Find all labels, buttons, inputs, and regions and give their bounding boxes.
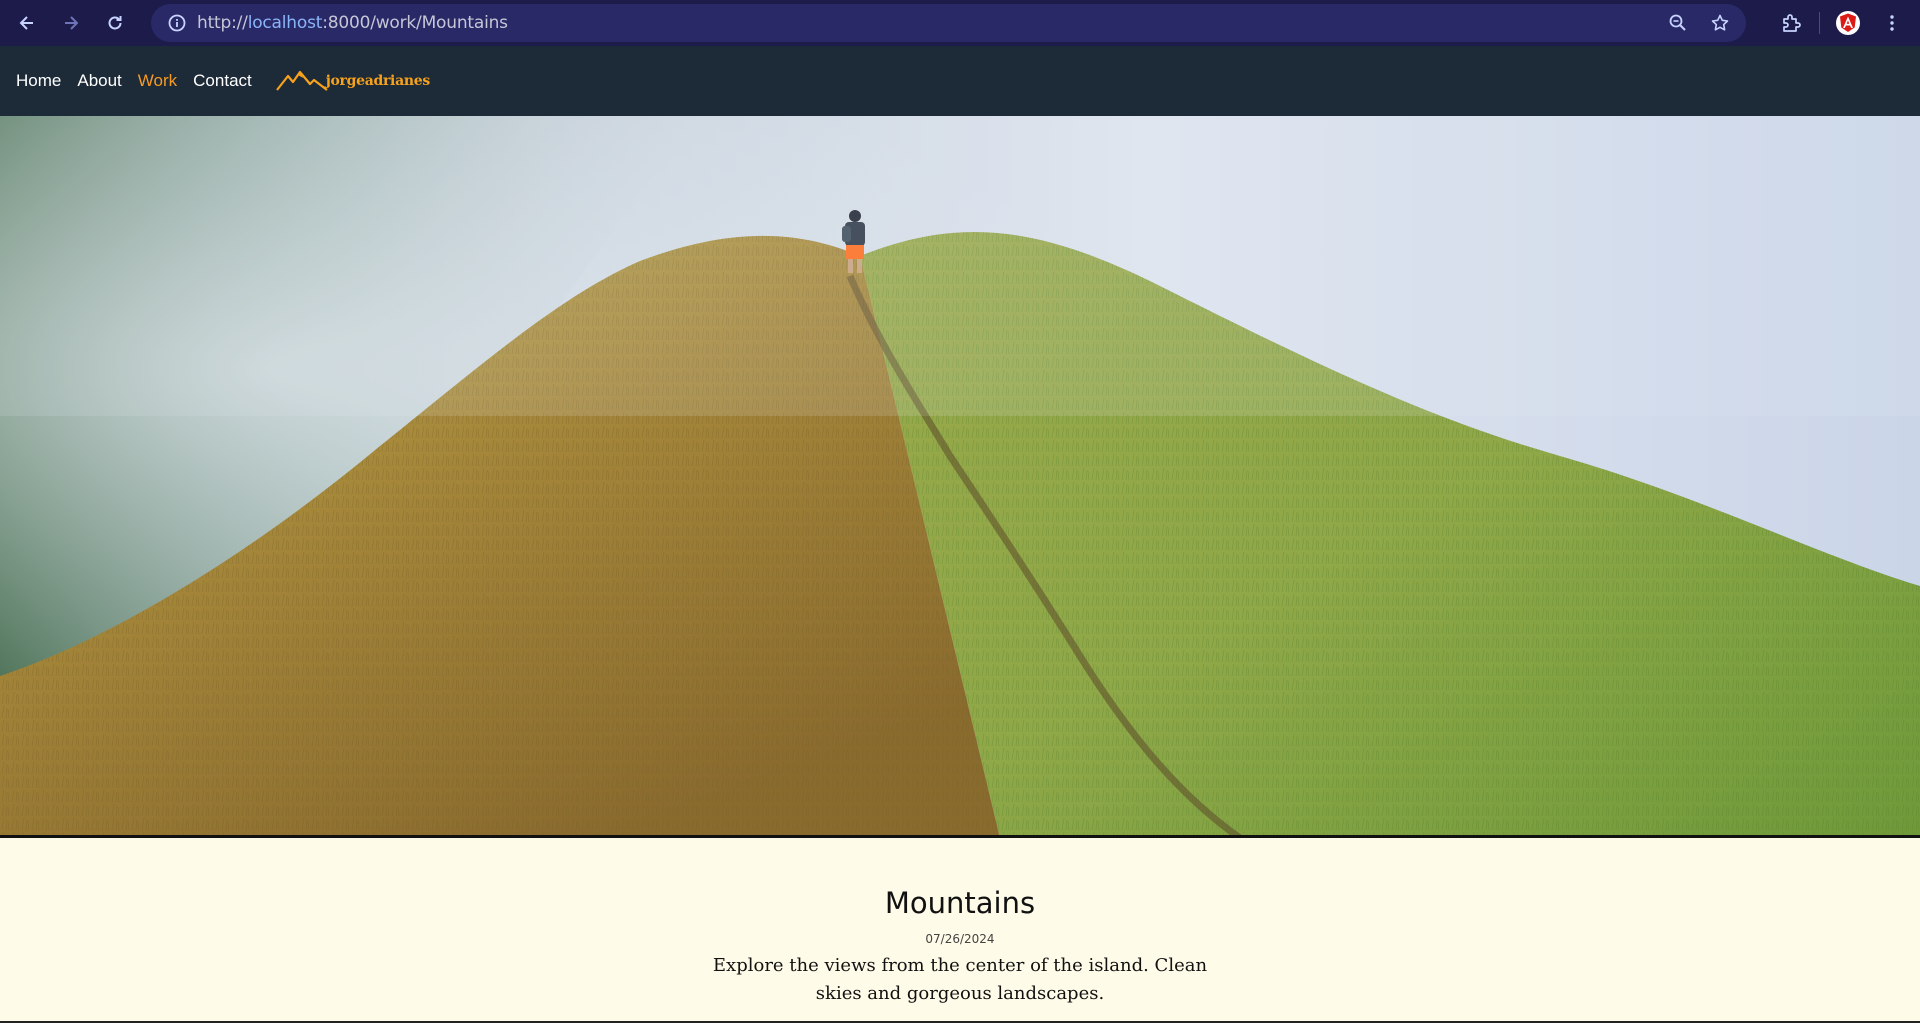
- back-icon: [19, 16, 33, 30]
- article-date: 07/26/2024: [925, 932, 995, 946]
- url-scheme: http://: [197, 13, 248, 33]
- profile-icon: [1836, 11, 1860, 35]
- extensions-icon: [1783, 14, 1801, 32]
- mountain-logo-icon: [275, 70, 328, 91]
- nav-link-home[interactable]: Home: [16, 71, 61, 91]
- zoom-icon: [1669, 14, 1686, 31]
- address-bar[interactable]: http://localhost:8000/work/Mountains: [151, 4, 1746, 42]
- article-description: Explore the views from the center of the…: [712, 955, 1208, 1004]
- logo-text: jorgeadrianes: [325, 73, 430, 89]
- reload-button[interactable]: [93, 1, 137, 45]
- article-section: Mountains 07/26/2024 Explore the views f…: [0, 838, 1920, 1023]
- article-title: Mountains: [884, 886, 1036, 920]
- forward-icon: [65, 16, 79, 30]
- hero-image: [0, 116, 1920, 838]
- site-navbar: Home About Work Contact jorgeadrianes: [0, 46, 1920, 116]
- site-info-icon: [168, 14, 186, 32]
- url-host: localhost: [247, 13, 323, 33]
- site-logo[interactable]: jorgeadrianes: [275, 70, 430, 92]
- url-path: :8000/work/Mountains: [322, 13, 508, 33]
- site-info-button[interactable]: [157, 4, 197, 42]
- forward-button[interactable]: [49, 1, 93, 45]
- toolbar-divider: [1819, 12, 1820, 34]
- reload-icon: [108, 16, 122, 30]
- zoom-button[interactable]: [1660, 4, 1696, 42]
- url-text[interactable]: http://localhost:8000/work/Mountains: [197, 13, 508, 33]
- bookmark-button[interactable]: [1702, 4, 1738, 42]
- nav-link-contact[interactable]: Contact: [193, 71, 252, 91]
- mountain-photo: [0, 116, 1920, 835]
- profile-button[interactable]: [1826, 0, 1870, 46]
- nav-link-about[interactable]: About: [77, 71, 121, 91]
- browser-toolbar: http://localhost:8000/work/Mountains: [0, 0, 1920, 46]
- bookmark-star-icon: [1711, 14, 1729, 31]
- menu-kebab-icon: [1890, 15, 1894, 31]
- extensions-button[interactable]: [1769, 0, 1813, 46]
- nav-link-work[interactable]: Work: [138, 71, 177, 91]
- browser-menu-button[interactable]: [1870, 0, 1914, 46]
- back-button[interactable]: [5, 1, 49, 45]
